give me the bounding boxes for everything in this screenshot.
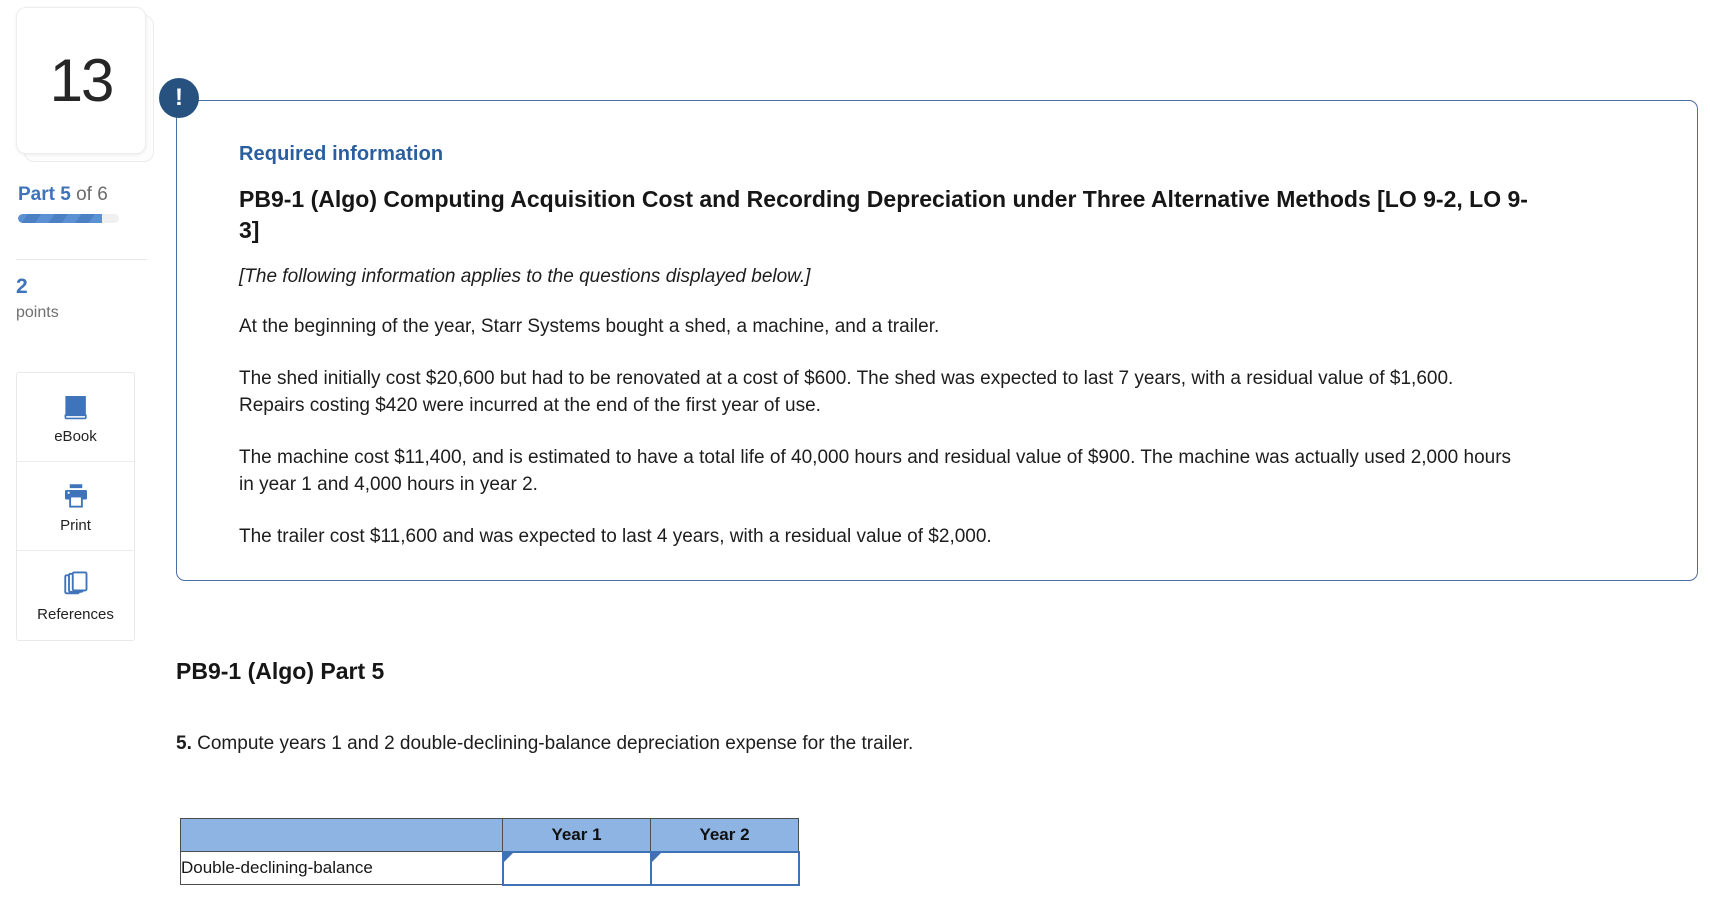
- part-prefix-label: Part: [18, 184, 55, 205]
- input-cell-year2[interactable]: [649, 850, 800, 886]
- points-value: 2: [16, 275, 28, 298]
- question-text: Compute years 1 and 2 double-declining-b…: [197, 733, 914, 754]
- table-header-blank: [180, 818, 503, 852]
- sidebar-tool-list: eBook Print References: [16, 372, 135, 641]
- sidebar-item-ebook[interactable]: eBook: [17, 373, 134, 462]
- table-row: Double-declining-balance: [180, 850, 800, 886]
- required-information-panel: ! Required information PB9-1 (Algo) Comp…: [159, 78, 1698, 581]
- sidebar-item-references[interactable]: References: [17, 551, 134, 640]
- exclamation-icon: !: [159, 78, 199, 118]
- part-heading: PB9-1 (Algo) Part 5: [176, 658, 385, 684]
- table-header-year2: Year 2: [650, 818, 799, 852]
- part-total-label: of 6: [76, 184, 108, 205]
- question-prompt: 5. Compute years 1 and 2 double-declinin…: [176, 733, 913, 755]
- scenario-paragraph-4: The trailer cost $11,600 and was expecte…: [239, 526, 992, 547]
- scenario-paragraph-3: The machine cost $11,400, and is estimat…: [239, 447, 1512, 496]
- applies-note: [The following information applies to th…: [239, 266, 811, 288]
- depreciation-answer-table: Year 1 Year 2 Double-declining-balance: [180, 818, 800, 886]
- required-information-body: Required information PB9-1 (Algo) Comput…: [239, 143, 1645, 551]
- sidebar-divider: [16, 259, 147, 260]
- exclamation-glyph: !: [175, 84, 183, 111]
- sidebar-item-ebook-label: eBook: [54, 427, 97, 445]
- ebook-icon: [61, 390, 91, 424]
- required-information-kicker: Required information: [239, 143, 444, 165]
- sidebar-item-print-label: Print: [60, 516, 91, 534]
- table-header-row: Year 1 Year 2: [180, 818, 799, 852]
- table-header-year1: Year 1: [502, 818, 651, 852]
- question-sidebar: 13 Part 5 of 6 2 points eBook Print Refe…: [0, 0, 170, 906]
- assignment-page: 13 Part 5 of 6 2 points eBook Print Refe…: [0, 0, 1710, 906]
- points-label: points: [16, 304, 59, 321]
- sidebar-item-print[interactable]: Print: [17, 462, 134, 551]
- cell-corner-marker-icon: [651, 852, 661, 862]
- part-progress-fill: [18, 214, 102, 223]
- question-number-label: 5.: [176, 733, 192, 754]
- scenario-paragraph-1: At the beginning of the year, Starr Syst…: [239, 316, 940, 338]
- references-icon: [61, 568, 91, 602]
- question-number: 13: [49, 46, 115, 114]
- part-progress-bar: [18, 214, 119, 223]
- part-current-value: 5: [60, 184, 71, 205]
- input-cell-year1[interactable]: [501, 850, 652, 886]
- question-number-card: 13: [16, 7, 156, 162]
- sidebar-item-references-label: References: [37, 606, 114, 623]
- question-card-front: 13: [16, 7, 146, 154]
- printer-icon: [61, 479, 91, 513]
- table-body: Double-declining-balance: [180, 850, 800, 886]
- table-head: Year 1 Year 2: [180, 818, 799, 852]
- main-content: ! Required information PB9-1 (Algo) Comp…: [159, 0, 1710, 906]
- problem-title: PB9-1 (Algo) Computing Acquisition Cost …: [239, 186, 1528, 243]
- scenario-paragraph-2: The shed initially cost $20,600 but had …: [239, 368, 1454, 417]
- row-label-double-declining-balance: Double-declining-balance: [180, 851, 503, 885]
- cell-corner-marker-icon: [503, 852, 513, 862]
- part-indicator: Part 5 of 6: [18, 184, 108, 206]
